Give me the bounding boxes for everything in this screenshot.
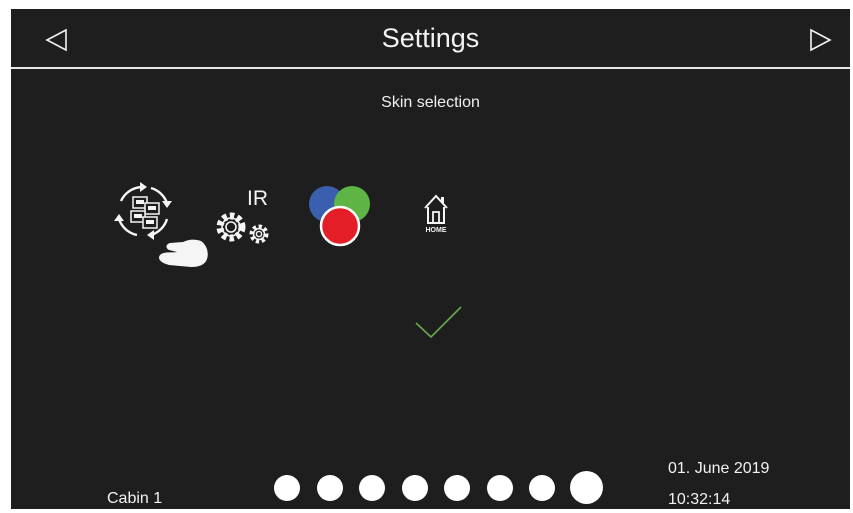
home-label: HOME xyxy=(425,227,447,234)
rotating-screens-hand-icon xyxy=(114,182,208,267)
next-arrow-icon[interactable] xyxy=(807,27,833,53)
time-display: 10:32:14 xyxy=(668,491,731,508)
page-dot-active[interactable] xyxy=(570,471,603,504)
rgb-circles-icon xyxy=(309,186,370,247)
header-bar: Settings xyxy=(11,9,850,69)
page-dot[interactable] xyxy=(444,475,470,501)
gears-icon xyxy=(216,212,269,244)
cabin-label: Cabin 1 xyxy=(107,490,163,507)
page-indicator xyxy=(272,471,607,505)
settings-screen: Settings Skin selection IR HOME Cabin 1 … xyxy=(11,9,850,509)
page-title: Settings xyxy=(381,23,480,53)
skin-sync-touch-button[interactable] xyxy=(107,179,211,271)
date-display: 01. June 2019 xyxy=(668,460,770,477)
page-dot[interactable] xyxy=(402,475,428,501)
page-dot[interactable] xyxy=(317,475,343,501)
page-dot[interactable] xyxy=(487,475,513,501)
skin-color-button[interactable] xyxy=(305,183,375,249)
skin-home-button[interactable]: HOME xyxy=(419,191,453,239)
checkmark-icon[interactable] xyxy=(413,305,465,341)
page-dot[interactable] xyxy=(359,475,385,501)
page-dot[interactable] xyxy=(274,475,300,501)
page-dot[interactable] xyxy=(529,475,555,501)
section-subtitle: Skin selection xyxy=(381,94,480,111)
house-icon xyxy=(424,194,448,224)
header-divider xyxy=(11,67,850,69)
skin-ir-button[interactable]: IR xyxy=(211,183,283,247)
